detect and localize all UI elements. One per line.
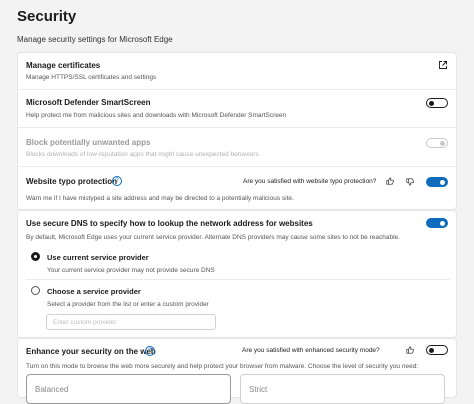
typo-protection-title: Website typo protection (26, 177, 117, 186)
current-provider-title[interactable]: Use current service provider (47, 253, 149, 262)
current-provider-radio[interactable] (31, 252, 40, 261)
thumbs-down-icon[interactable] (406, 178, 414, 186)
strict-level-card[interactable]: Strict (240, 374, 445, 404)
current-provider-desc: Your current service provider may not pr… (47, 267, 215, 274)
page-subtitle: Manage security settings for Microsoft E… (17, 35, 173, 44)
smartscreen-toggle[interactable] (426, 98, 448, 108)
enhanced-security-toggle[interactable] (426, 345, 448, 355)
info-icon[interactable]: ? (112, 176, 122, 186)
secure-dns-toggle[interactable] (426, 218, 448, 228)
thumbs-up-icon[interactable] (406, 346, 414, 354)
smartscreen-title: Microsoft Defender SmartScreen (26, 98, 151, 107)
block-pua-row: Block potentially unwanted apps Blocks d… (18, 128, 456, 166)
info-icon[interactable]: ? (145, 346, 155, 356)
choose-provider-desc: Select a provider from the list or enter… (47, 301, 209, 308)
secure-dns-desc: By default, Microsoft Edge uses your cur… (26, 234, 400, 241)
manage-certificates-title: Manage certificates (26, 61, 101, 70)
secure-dns-card: Use secure DNS to specify how to lookup … (17, 210, 457, 338)
typo-protection-row: Website typo protection ? Are you satisf… (18, 167, 456, 210)
enhanced-security-title: Enhance your security on the web (26, 347, 156, 356)
thumbs-up-icon[interactable] (386, 177, 394, 185)
typo-protection-desc: Warn me if I have mistyped a site addres… (26, 195, 294, 202)
block-pua-desc: Blocks downloads of low-reputation apps … (26, 151, 259, 158)
block-pua-title: Block potentially unwanted apps (26, 138, 151, 147)
external-link-icon[interactable] (438, 60, 448, 70)
smartscreen-desc: Help protect me from malicious sites and… (26, 112, 287, 119)
security-settings-card: Manage certificates Manage HTTPS/SSL cer… (17, 52, 457, 210)
block-pua-toggle[interactable] (426, 138, 448, 148)
balanced-level-card[interactable]: Balanced (26, 374, 231, 404)
manage-certificates-row[interactable]: Manage certificates Manage HTTPS/SSL cer… (18, 53, 456, 89)
smartscreen-row: Microsoft Defender SmartScreen Help prot… (18, 90, 456, 127)
choose-provider-radio[interactable] (31, 286, 40, 295)
custom-provider-input[interactable]: Enter custom provider (46, 314, 216, 330)
secure-dns-title: Use secure DNS to specify how to lookup … (26, 219, 313, 228)
enhanced-feedback-text: Are you satisfied with enhanced security… (242, 347, 380, 354)
choose-provider-title[interactable]: Choose a service provider (47, 287, 141, 296)
enhanced-security-desc: Turn on this mode to browse the web more… (26, 363, 419, 370)
page-title: Security (17, 8, 77, 25)
typo-feedback-text: Are you satisfied with website typo prot… (243, 178, 377, 185)
manage-certificates-desc: Manage HTTPS/SSL certificates and settin… (26, 74, 157, 81)
typo-protection-toggle[interactable] (426, 177, 448, 187)
divider (26, 279, 450, 280)
enhanced-security-card: Enhance your security on the web ? Are y… (17, 338, 457, 404)
